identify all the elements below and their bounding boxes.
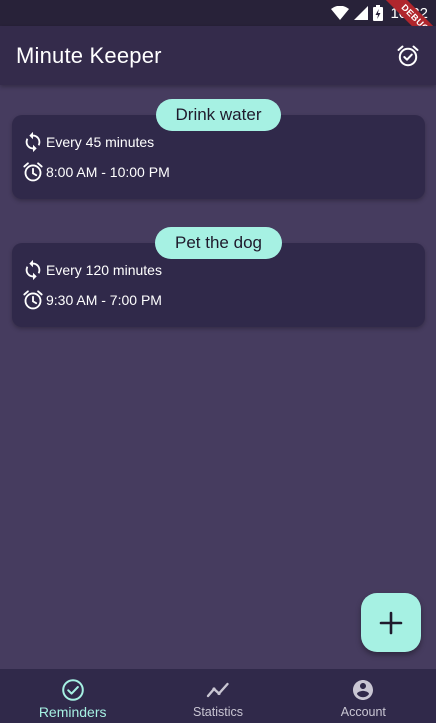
reminder-frequency-row: Every 45 minutes <box>22 131 154 153</box>
nav-label-reminders: Reminders <box>38 704 107 720</box>
nav-item-account[interactable]: Account <box>291 669 436 723</box>
alarm-icon <box>23 290 43 310</box>
bottom-navigation: Reminders Statistics Account <box>0 669 436 723</box>
app-screen: 10:32 DEBUG Minute Keeper Every 45 minut… <box>0 0 436 723</box>
nav-label-statistics: Statistics <box>192 705 243 719</box>
account-circle-icon <box>353 680 374 700</box>
app-title: Minute Keeper <box>16 42 162 68</box>
chart-line-icon <box>206 682 229 698</box>
cellular-signal-icon <box>354 6 369 20</box>
reminder-frequency-row: Every 120 minutes <box>22 259 162 281</box>
nav-label-account: Account <box>340 705 386 719</box>
nav-item-reminders[interactable]: Reminders <box>0 669 145 723</box>
repeat-icon <box>25 259 41 281</box>
add-reminder-button[interactable] <box>361 593 421 652</box>
reminder-time-row: 9:30 AM - 7:00 PM <box>22 289 162 311</box>
nav-item-statistics[interactable]: Statistics <box>145 669 290 723</box>
reminder-title-chip[interactable]: Drink water <box>156 99 281 131</box>
alarm-icon <box>23 162 43 182</box>
reminder-title-chip[interactable]: Pet the dog <box>155 227 282 259</box>
check-circle-icon <box>61 679 84 701</box>
alarm-button[interactable] <box>392 40 424 72</box>
status-bar: 10:32 <box>0 0 436 26</box>
wifi-icon <box>331 6 350 20</box>
plus-icon <box>379 611 403 634</box>
battery-icon <box>373 5 384 21</box>
reminder-frequency: Every 120 minutes <box>46 262 162 278</box>
app-bar: Minute Keeper <box>0 26 436 85</box>
repeat-icon <box>25 131 41 153</box>
reminder-time-row: 8:00 AM - 10:00 PM <box>22 161 170 183</box>
reminder-time-range: 8:00 AM - 10:00 PM <box>46 164 170 180</box>
alarm-check-icon <box>397 45 419 66</box>
reminder-frequency: Every 45 minutes <box>46 134 155 150</box>
reminder-time-range: 9:30 AM - 7:00 PM <box>46 292 162 308</box>
